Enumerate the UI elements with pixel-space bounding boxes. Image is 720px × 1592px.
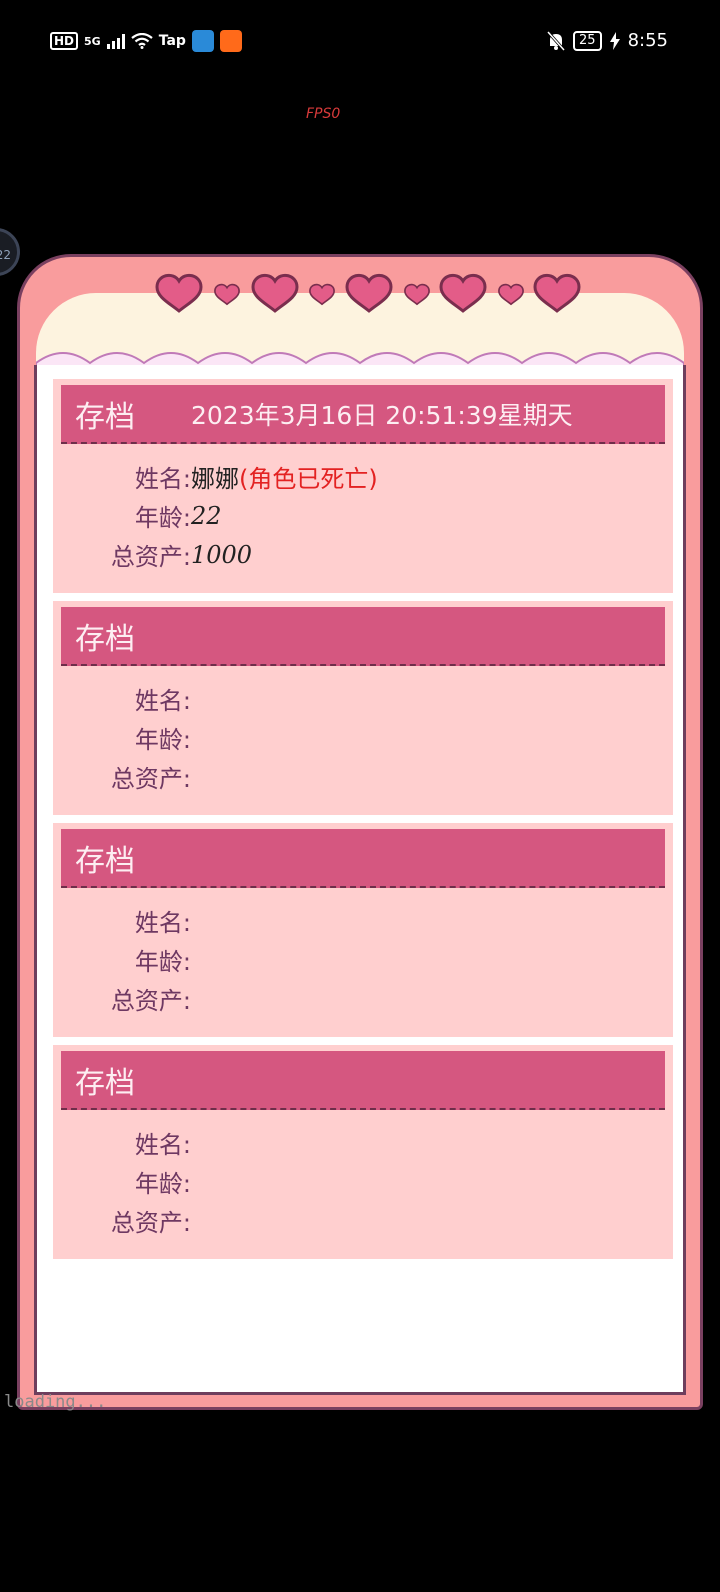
hearts-decoration bbox=[155, 273, 581, 313]
assets-value: 1000 bbox=[191, 540, 253, 569]
fps-counter: FPS0 bbox=[306, 106, 341, 122]
assets-label: 总资产: bbox=[110, 543, 191, 571]
assets-label: 总资产: bbox=[110, 1209, 191, 1237]
status-bar: HD 5G Tap 25 8:55 bbox=[0, 0, 720, 86]
heart-icon bbox=[533, 273, 581, 313]
assets-label: 总资产: bbox=[110, 765, 191, 793]
heart-icon bbox=[498, 283, 524, 306]
name-value: 娜娜 bbox=[191, 465, 239, 493]
slot-title: 存档 bbox=[75, 1065, 135, 1101]
slot-header: 存档 bbox=[61, 607, 665, 666]
save-frame: 存档 2023年3月16日 20:51:39星期天 姓名: 娜娜 (角色已死亡) 年… bbox=[17, 254, 703, 1410]
mute-bell-icon bbox=[547, 30, 566, 51]
slot-header: 存档 2023年3月16日 20:51:39星期天 bbox=[61, 385, 665, 444]
network-type: 5G bbox=[84, 34, 101, 48]
save-slot-3[interactable]: 存档 姓名: 年龄: 总资产: bbox=[53, 823, 673, 1037]
age-label: 年龄: bbox=[134, 504, 191, 532]
save-list-panel: 存档 2023年3月16日 20:51:39星期天 姓名: 娜娜 (角色已死亡) 年… bbox=[34, 365, 686, 1395]
heart-icon bbox=[309, 283, 335, 306]
age-label: 年龄: bbox=[134, 1170, 191, 1198]
slot-title: 存档 bbox=[75, 399, 135, 435]
age-label: 年龄: bbox=[134, 726, 191, 754]
taobao-icon bbox=[219, 30, 242, 52]
loading-text: loading... bbox=[4, 1392, 107, 1412]
heart-icon bbox=[251, 273, 299, 313]
floating-ball[interactable]: 22 bbox=[0, 228, 20, 276]
slot-date: 2023年3月16日 20:51:39星期天 bbox=[191, 400, 573, 430]
save-slot-4[interactable]: 存档 姓名: 年龄: 总资产: bbox=[53, 1045, 673, 1259]
save-slot-2[interactable]: 存档 姓名: 年龄: 总资产: bbox=[53, 601, 673, 815]
charging-icon bbox=[609, 31, 620, 50]
assets-label: 总资产: bbox=[110, 987, 191, 1015]
name-label: 姓名: bbox=[134, 687, 191, 715]
slot-header: 存档 bbox=[61, 829, 665, 888]
name-label: 姓名: bbox=[134, 465, 191, 493]
heart-icon bbox=[155, 273, 203, 313]
heart-icon bbox=[404, 283, 430, 306]
heart-icon bbox=[439, 273, 487, 313]
save-slot-1[interactable]: 存档 2023年3月16日 20:51:39星期天 姓名: 娜娜 (角色已死亡) 年… bbox=[53, 379, 673, 593]
signal-icon bbox=[106, 33, 125, 49]
name-label: 姓名: bbox=[134, 909, 191, 937]
name-label: 姓名: bbox=[134, 1131, 191, 1159]
battery-icon: 25 bbox=[573, 30, 602, 51]
slot-header: 存档 bbox=[61, 1051, 665, 1110]
clock: 8:55 bbox=[627, 30, 668, 51]
dead-status: (角色已死亡) bbox=[239, 465, 378, 493]
hd-indicator: HD bbox=[50, 32, 79, 50]
taptap-icon: Tap bbox=[158, 33, 186, 49]
wifi-icon bbox=[131, 33, 153, 49]
heart-icon bbox=[214, 283, 240, 306]
slot-title: 存档 bbox=[75, 843, 135, 879]
slot-title: 存档 bbox=[75, 621, 135, 657]
age-value: 22 bbox=[191, 501, 222, 530]
age-label: 年龄: bbox=[134, 948, 191, 976]
heart-icon bbox=[345, 273, 393, 313]
app-notification-icon bbox=[191, 30, 214, 52]
